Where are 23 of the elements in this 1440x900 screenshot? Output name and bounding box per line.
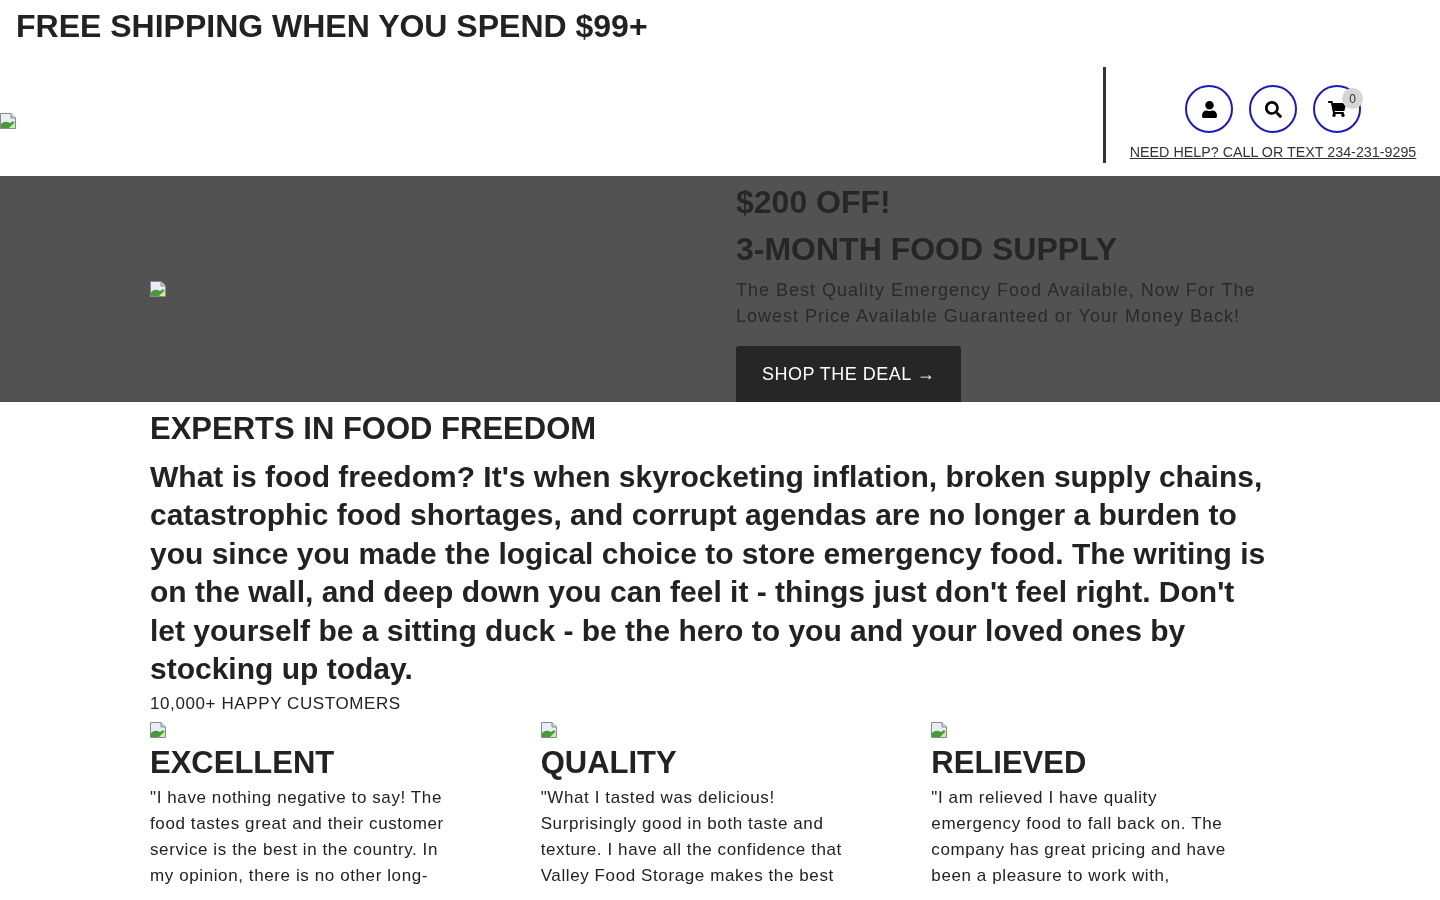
review-quote: "What I tasted was delicious! Surprisingly good in both taste and texture. I have all the confidence that Valley Food Storage makes the best [540, 787, 842, 887]
logo-broken-image-icon[interactable] [0, 112, 16, 129]
review-title: RELIEVED [931, 744, 1087, 783]
shop-deal-button[interactable]: SHOP THE DEAL → [736, 346, 962, 402]
customers-caption: 10,000+ HAPPY CUSTOMERS [150, 693, 401, 716]
cart-count-badge: 0 [1342, 88, 1363, 109]
review-title: QUALITY [540, 744, 677, 783]
intro-paragraph: What is food freedom? It's when skyrocketing inflation, broken supply chains, catastrophic food shortages, and corrupt agendas are no longer a burden to you since you made the logical choice to store emergency food. The writing is on the wall, and deep down you can feel it - things just don't feel right. Don't let yourself be a sitting duck - be the hero to you and your loved ones by stocking up today. [150, 459, 1266, 688]
search-icon [1264, 100, 1282, 118]
account-button[interactable] [1185, 85, 1233, 133]
review-quote: "I am relieved I have quality emergency food to fall back on. The company has great pricing and have been a pleasure to work with, [931, 787, 1226, 887]
search-button[interactable] [1249, 85, 1297, 133]
review-quote: "I have nothing negative to say! The food tastes great and their customer service is the best in the country. In my opinion, there is no other long- [150, 787, 444, 887]
help-phone-link[interactable]: NEED HELP? CALL OR TEXT 234-231-9295 [1129, 144, 1417, 160]
user-icon [1200, 100, 1218, 118]
broken-image-icon [540, 722, 557, 739]
broken-image-icon [150, 722, 166, 739]
review-title: EXCELLENT [150, 744, 335, 783]
section-heading: EXPERTS IN FOOD FREEDOM [150, 411, 597, 447]
broken-image-icon [931, 722, 948, 739]
cart-icon [1328, 100, 1346, 118]
announcement-text: FREE SHIPPING WHEN YOU SPEND $99+ [16, 7, 648, 45]
broken-image-icon [150, 281, 166, 297]
